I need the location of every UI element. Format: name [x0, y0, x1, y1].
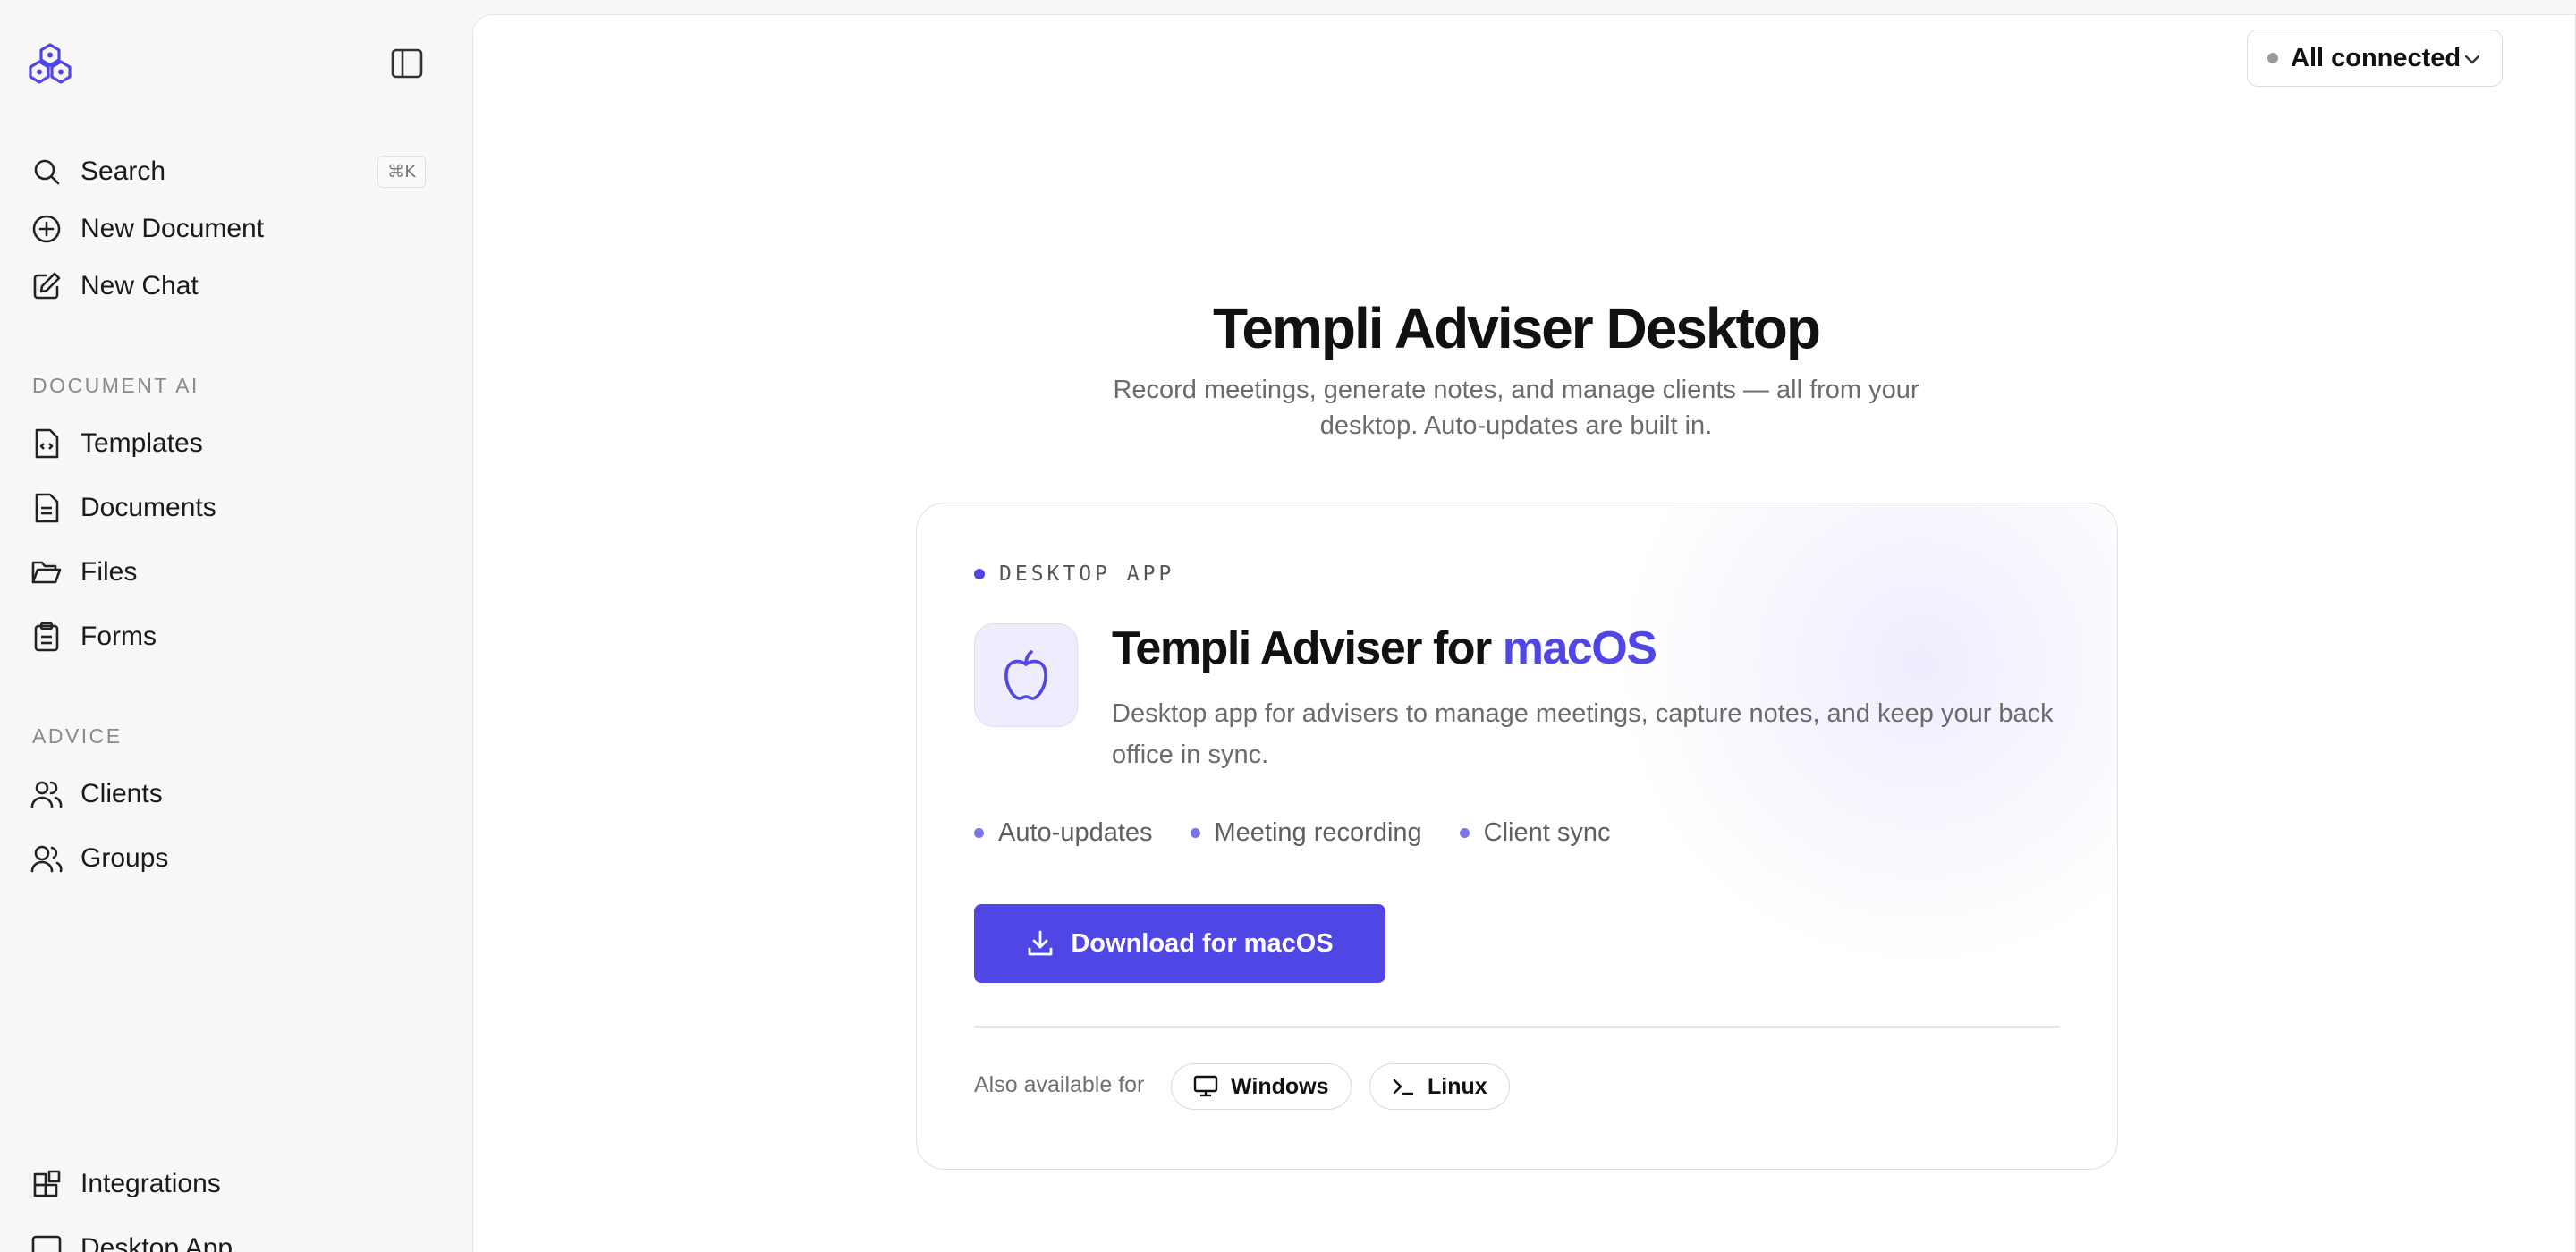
sidebar-item-forms[interactable]: Forms	[30, 615, 157, 658]
sidebar-item-clients[interactable]: Clients	[30, 773, 163, 816]
section-label-document-ai: DOCUMENT AI	[32, 374, 199, 397]
sidebar-item-label: Templates	[80, 428, 203, 458]
eyebrow-label: DESKTOP APP	[999, 563, 1175, 586]
sidebar-item-files[interactable]: Files	[30, 551, 137, 594]
card-title-platform: macOS	[1502, 622, 1657, 674]
card-title-prefix: Templi Adviser for	[1112, 622, 1503, 674]
card-description: Desktop app for advisers to manage meeti…	[1112, 699, 2054, 769]
card-eyebrow: DESKTOP APP	[974, 563, 1174, 586]
feature-item: Auto-updates	[974, 818, 1153, 848]
download-card: DESKTOP APP Templi Adviser for macOS Des…	[916, 503, 2118, 1170]
apple-icon	[1004, 650, 1047, 700]
feature-label: Meeting recording	[1214, 818, 1422, 847]
section-label-advice: ADVICE	[32, 724, 123, 748]
users-round-icon	[30, 842, 63, 875]
sidebar-item-templates[interactable]: Templates	[30, 422, 203, 465]
sidebar-item-label: Clients	[80, 779, 163, 808]
platform-chip-linux[interactable]: Linux	[1369, 1063, 1510, 1110]
sidebar-item-documents[interactable]: Documents	[30, 486, 216, 529]
folder-open-icon	[30, 556, 63, 588]
feature-item: Client sync	[1459, 818, 1611, 848]
users-icon	[30, 778, 63, 810]
sidebar-item-label: Files	[80, 557, 138, 587]
sidebar-item-label: New Chat	[80, 271, 199, 300]
feature-item: Meeting recording	[1190, 818, 1422, 848]
feature-label: Client sync	[1483, 818, 1611, 847]
page-subtitle: Record meetings, generate notes, and man…	[1113, 376, 1919, 440]
sidebar-item-new-chat[interactable]: New Chat	[30, 265, 199, 308]
feature-bullet	[1459, 828, 1470, 838]
connection-status-label: All connected	[2291, 43, 2462, 72]
download-macos-button[interactable]: Download for macOS	[974, 904, 1385, 983]
monitor-icon	[30, 1232, 63, 1252]
platform-chip-label: Linux	[1428, 1073, 1487, 1099]
card-divider	[974, 1026, 2060, 1028]
sidebar: Search ⌘K New Document New Chat DOCUMENT…	[0, 0, 472, 1252]
sidebar-toggle-button[interactable]	[388, 45, 426, 82]
app-icon-tile	[974, 623, 1078, 727]
search-shortcut-badge: ⌘K	[377, 156, 426, 188]
clipboard-icon	[30, 621, 63, 653]
blocks-icon	[30, 1168, 63, 1200]
sidebar-item-label: Forms	[80, 622, 157, 651]
edit-icon	[30, 270, 63, 302]
sidebar-item-integrations[interactable]: Integrations	[30, 1163, 221, 1205]
sidebar-item-label: Desktop App	[80, 1233, 233, 1252]
eyebrow-dot	[974, 569, 985, 579]
feature-bullet	[974, 828, 984, 838]
feature-bullet	[1190, 828, 1200, 838]
status-dot	[2267, 53, 2278, 63]
platform-chip-label: Windows	[1231, 1073, 1329, 1099]
sidebar-item-label: Groups	[80, 843, 169, 873]
file-text-icon	[30, 492, 63, 524]
search-icon	[30, 156, 63, 188]
card-title: Templi Adviser for macOS	[1112, 622, 1657, 675]
app-root: Search ⌘K New Document New Chat DOCUMENT…	[0, 0, 2576, 1252]
sidebar-item-label: New Document	[80, 214, 265, 243]
chevron-down-icon	[2462, 50, 2482, 72]
also-available-label: Also available for	[974, 1072, 1145, 1097]
platform-chip-windows[interactable]: Windows	[1171, 1063, 1352, 1110]
download-button-label: Download for macOS	[1071, 928, 1334, 958]
sidebar-item-label: Search	[80, 156, 166, 186]
terminal-icon	[1392, 1076, 1415, 1097]
connection-status-dropdown[interactable]: All connected	[2247, 30, 2503, 87]
sidebar-item-label: Integrations	[80, 1169, 221, 1198]
sidebar-item-desktop-app[interactable]: Desktop App	[30, 1227, 233, 1252]
sidebar-item-groups[interactable]: Groups	[30, 837, 168, 880]
sidebar-item-search[interactable]: Search	[30, 150, 165, 193]
feature-label: Auto-updates	[998, 818, 1153, 847]
feature-list: Auto-updates Meeting recording Client sy…	[974, 818, 1648, 848]
monitor-icon	[1193, 1075, 1218, 1098]
sidebar-panel-icon	[391, 48, 423, 79]
app-logo[interactable]	[27, 43, 73, 84]
sidebar-item-new-document[interactable]: New Document	[30, 207, 264, 250]
sidebar-item-label: Documents	[80, 493, 216, 522]
download-icon	[1026, 929, 1055, 958]
page-title: Templi Adviser Desktop	[1213, 296, 1821, 360]
plus-circle-icon	[30, 213, 63, 245]
file-code-icon	[30, 427, 63, 460]
